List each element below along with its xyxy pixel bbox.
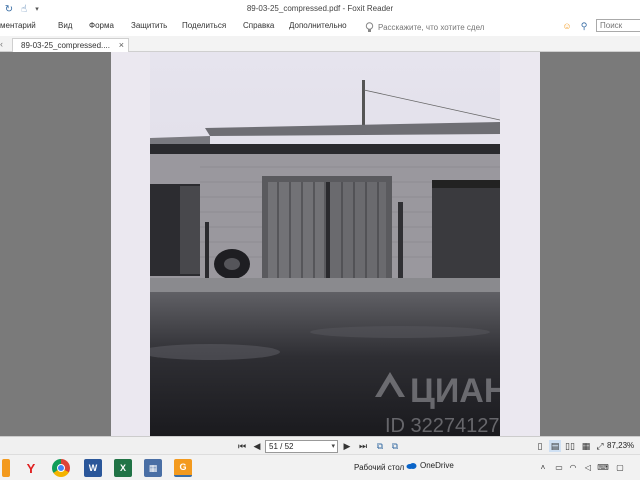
previous-view-icon[interactable]: ⧉ [374,440,386,452]
menu-view[interactable]: Вид [58,21,72,30]
garage-photo: ЦИАН ID 32274127 [150,52,500,436]
calculator-icon[interactable]: ▦ [144,459,162,477]
title-bar: ↻ ☝ ▾ 89-03-25_compressed.pdf - Foxit Re… [0,0,640,18]
menu-comment[interactable]: ментарий [0,21,36,30]
tab-label: 89-03-25_compressed.... [21,41,110,50]
window-title: 89-03-25_compressed.pdf - Foxit Reader [246,4,394,13]
chevron-down-icon[interactable]: ▾ [331,441,335,452]
continuous-page-icon[interactable]: ▤ [549,440,561,452]
document-tab-bar: ‹ 89-03-25_compressed.... × [0,36,640,52]
tell-me-placeholder: Расскажите, что хотите сдел [378,22,485,32]
foxit-reader-icon[interactable]: G [174,459,192,477]
tab-document[interactable]: 89-03-25_compressed.... × [12,38,129,52]
tab-scroll-left-icon[interactable]: ‹ [0,39,3,49]
desktop-label[interactable]: Рабочий стол [354,463,404,472]
zoom-level[interactable]: 87,23% [607,441,634,450]
windows-taskbar: Y W X ▦ G Рабочий стол OneDrive ˄ ▭ ◠ ◁ … [0,454,640,480]
next-page-icon[interactable]: ▶ [341,440,353,452]
page-number-value: 51 / 52 [269,442,294,451]
onedrive-tray[interactable]: OneDrive [406,461,454,470]
facing-page-icon[interactable]: ▯▯ [564,440,576,452]
zoom-fit-icon[interactable]: ⤢ [594,440,606,452]
prev-page-icon[interactable]: ◀ [251,440,263,452]
page-number-field[interactable]: 51 / 52 ▾ [265,440,338,453]
tell-me-field[interactable]: Расскажите, что хотите сдел [365,20,484,34]
onedrive-label: OneDrive [420,461,454,470]
excel-icon[interactable]: X [114,459,132,477]
app-partial-icon[interactable] [2,459,10,477]
menu-share[interactable]: Поделиться [182,21,226,30]
wifi-icon[interactable]: ◠ [568,462,578,472]
cloud-icon [406,463,417,469]
chrome-icon[interactable] [52,459,70,477]
last-page-icon[interactable]: ⏭ [357,440,369,452]
watermark-brand: ЦИАН [410,372,500,410]
search-input[interactable] [596,19,640,32]
search-doc-icon[interactable]: ⚲ [578,20,590,32]
word-icon[interactable]: W [84,459,102,477]
menu-help[interactable]: Справка [243,21,274,30]
first-page-icon[interactable]: ⏮ [236,440,248,452]
yandex-browser-icon[interactable]: Y [22,459,40,477]
tray-chevron-up-icon[interactable]: ˄ [538,462,548,472]
next-view-icon[interactable]: ⧉ [389,440,401,452]
page-navigation-bar: ⏮ ◀ 51 / 52 ▾ ▶ ⏭ ⧉ ⧉ ▯ ▤ ▯▯ ▦ ⤢ 87,23% [0,436,640,454]
volume-icon[interactable]: ◁ [583,462,593,472]
menu-protect[interactable]: Защитить [131,21,167,30]
notifications-icon[interactable]: ▢ [615,462,625,472]
network-icon[interactable]: ▭ [554,462,564,472]
menu-extras[interactable]: Дополнительно [289,21,347,30]
ribbon-menu: ментарий Вид Форма Защитить Поделиться С… [0,18,640,36]
single-page-icon[interactable]: ▯ [534,440,546,452]
smiley-icon[interactable]: ☺ [561,20,573,32]
document-viewer[interactable]: ЦИАН ID 32274127 [0,52,640,436]
keyboard-icon[interactable]: ⌨ [597,462,609,472]
lightbulb-icon [365,21,374,32]
close-icon[interactable]: × [119,40,124,50]
pdf-page: ЦИАН ID 32274127 [111,52,540,436]
watermark-id: ID 32274127 [385,415,500,436]
menu-form[interactable]: Форма [89,21,114,30]
continuous-facing-icon[interactable]: ▦ [580,440,592,452]
